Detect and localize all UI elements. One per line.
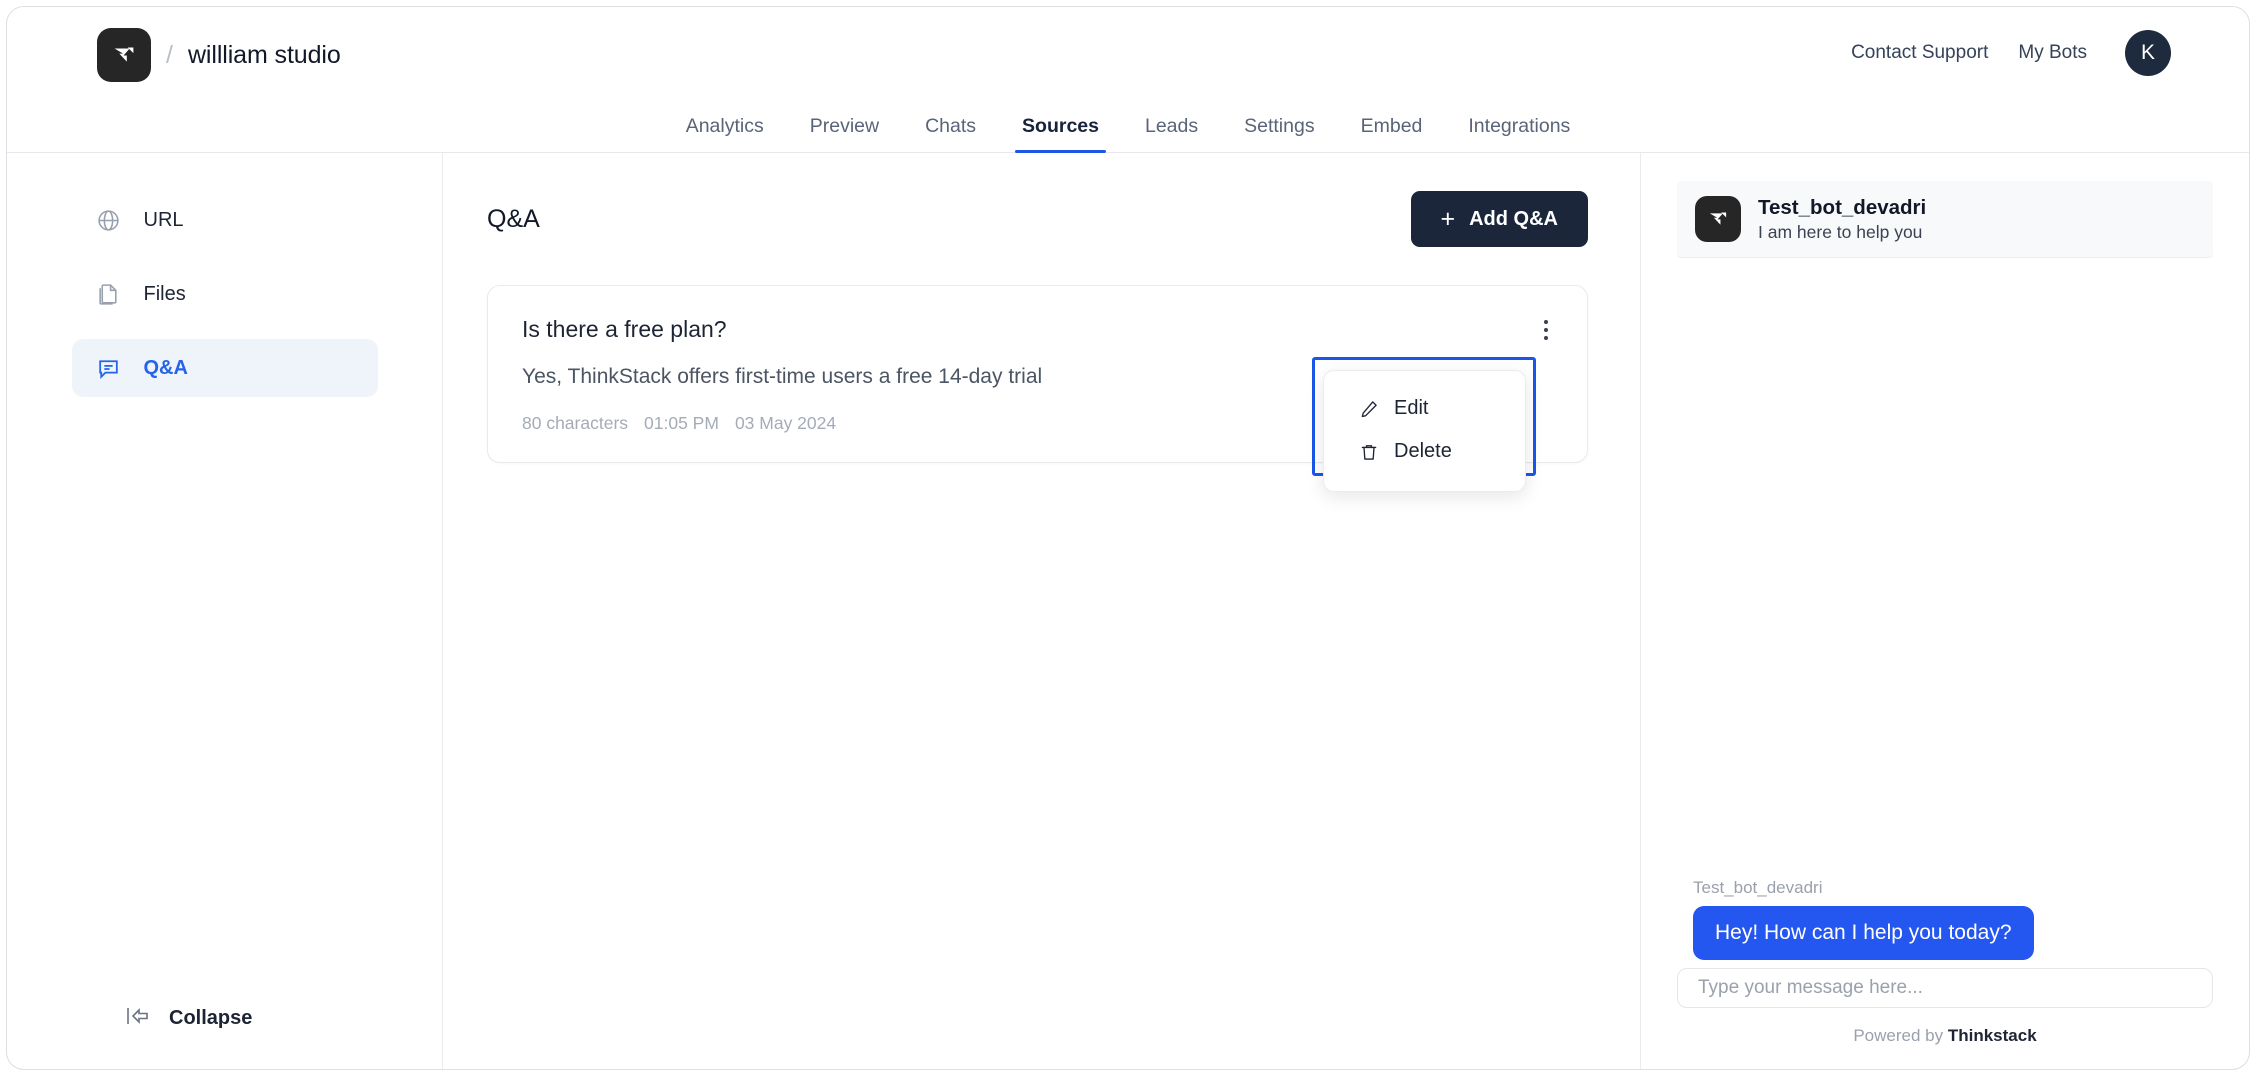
thinkstack-logo-icon <box>1695 196 1741 243</box>
qa-question: Is there a free plan? <box>522 316 727 342</box>
tab-analytics[interactable]: Analytics <box>663 115 787 152</box>
qa-date: 03 May 2024 <box>734 413 837 433</box>
collapse-label: Collapse <box>169 1007 253 1029</box>
collapse-left-icon <box>125 1005 151 1032</box>
brand-separator: / <box>166 40 173 69</box>
plus-icon: + <box>1440 204 1456 233</box>
tab-embed[interactable]: Embed <box>1338 115 1446 152</box>
files-icon <box>96 281 122 307</box>
body: URL Files Q&A Collapse Q&A + Add Q&A Is … <box>7 153 2249 1069</box>
sidebar-item-label-url: URL <box>143 208 184 231</box>
globe-icon <box>96 207 122 233</box>
trash-icon <box>1358 441 1380 463</box>
chat-message-author: Test_bot_devadri <box>1693 878 1823 898</box>
main-header: Q&A + Add Q&A <box>487 191 1588 247</box>
chat-message-input[interactable] <box>1677 968 2213 1008</box>
app-window: / willliam studio Contact Support My Bot… <box>6 6 2250 1070</box>
sidebar-item-label-files: Files <box>143 282 186 305</box>
workspace-name: willliam studio <box>187 40 341 69</box>
chat-message-list[interactable]: Test_bot_devadri Hey! How can I help you… <box>1677 258 2213 968</box>
tab-integrations[interactable]: Integrations <box>1445 115 1593 152</box>
page-title: Q&A <box>487 204 540 233</box>
sidebar-item-files[interactable]: Files <box>72 265 378 323</box>
powered-by-brand: Thinkstack <box>1947 1026 2037 1045</box>
chat-bot-tagline: I am here to help you <box>1758 221 1923 242</box>
sidebar-item-url[interactable]: URL <box>72 191 378 249</box>
sidebar-item-label-qa: Q&A <box>143 356 188 379</box>
chat-bubble-icon <box>96 355 122 381</box>
sidebar-item-qa[interactable]: Q&A <box>71 339 378 397</box>
qa-char-count: 80 characters <box>522 413 629 433</box>
context-menu-label-edit: Edit <box>1394 397 1429 419</box>
powered-by: Powered by Thinkstack <box>1677 1026 2213 1046</box>
chat-preview-panel: Test_bot_devadri I am here to help you T… <box>1641 153 2249 1069</box>
my-bots-link[interactable]: My Bots <box>2018 42 2087 64</box>
brand[interactable]: / willliam studio <box>97 28 341 82</box>
add-qa-button-label: Add Q&A <box>1469 207 1558 230</box>
add-qa-button[interactable]: + Add Q&A <box>1410 191 1588 247</box>
tab-leads[interactable]: Leads <box>1122 115 1221 152</box>
powered-by-prefix: Powered by <box>1853 1026 1948 1045</box>
top-bar: / willliam studio Contact Support My Bot… <box>7 7 2249 103</box>
chat-bot-name: Test_bot_devadri <box>1758 196 1927 219</box>
sources-main: Q&A + Add Q&A Is there a free plan? Yes,… <box>443 153 1641 1069</box>
chat-message: Test_bot_devadri Hey! How can I help you… <box>1677 878 2213 961</box>
contact-support-link[interactable]: Contact Support <box>1851 42 1988 64</box>
context-menu-label-delete: Delete <box>1394 440 1452 462</box>
kebab-menu-icon[interactable] <box>1533 314 1559 346</box>
qa-time: 01:05 PM <box>644 413 719 433</box>
top-bar-actions: Contact Support My Bots K <box>1851 30 2171 76</box>
thinkstack-logo-icon <box>97 28 151 82</box>
tab-preview[interactable]: Preview <box>787 115 902 152</box>
qa-context-menu[interactable]: Edit Delete <box>1323 370 1526 492</box>
main-tabs: Analytics Preview Chats Sources Leads Se… <box>7 103 2249 153</box>
pencil-icon <box>1358 398 1380 420</box>
context-menu-item-delete[interactable]: Delete <box>1324 430 1525 473</box>
chat-header: Test_bot_devadri I am here to help you <box>1677 181 2213 259</box>
sources-sidebar: URL Files Q&A Collapse <box>7 153 443 1069</box>
chat-message-bubble: Hey! How can I help you today? <box>1693 906 2034 961</box>
tab-settings[interactable]: Settings <box>1221 115 1337 152</box>
avatar[interactable]: K <box>2125 30 2171 76</box>
collapse-sidebar-button[interactable]: Collapse <box>125 1005 252 1032</box>
tab-sources[interactable]: Sources <box>999 115 1122 153</box>
context-menu-item-edit[interactable]: Edit <box>1324 387 1525 430</box>
tab-chats[interactable]: Chats <box>902 115 999 152</box>
